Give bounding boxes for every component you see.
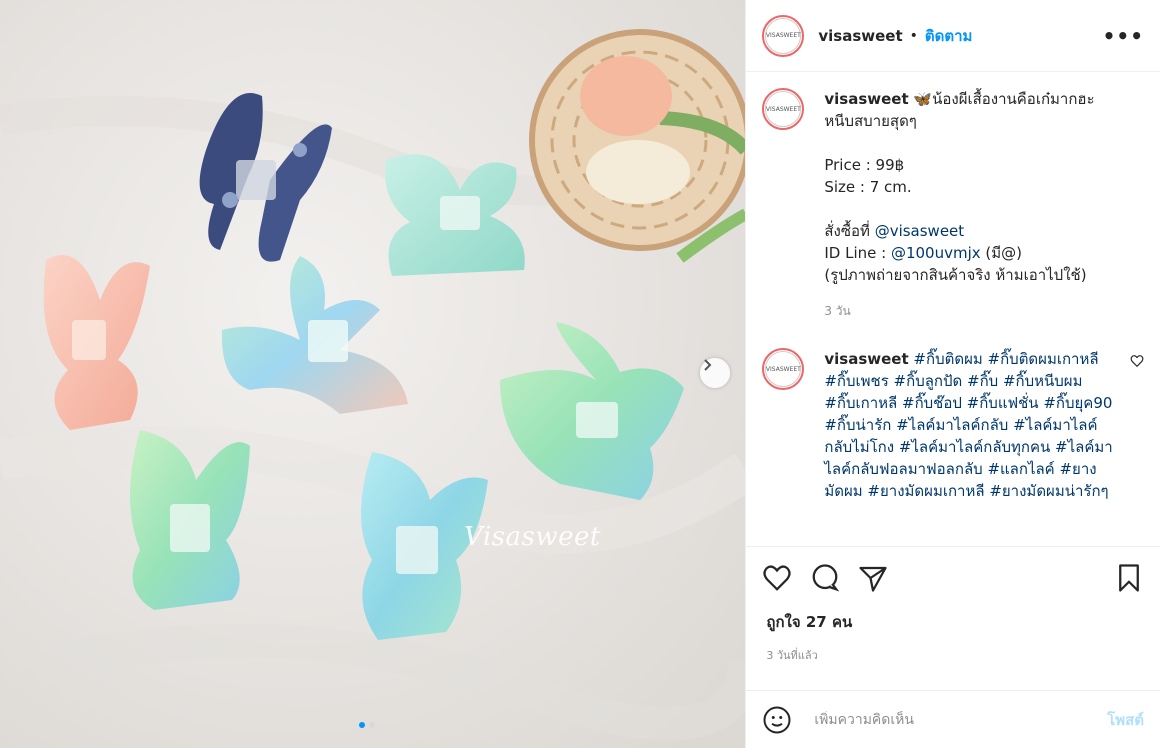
comments-area[interactable]: VISASWEET visasweet 🦋น้องผีเสื้องานคือเก… [746,72,1160,546]
like-heart-icon[interactable] [762,563,792,593]
carousel-indicator [359,722,375,728]
separator-dot: • [909,27,918,44]
likes-count[interactable]: ถูกใจ 27 คน [746,610,1160,634]
emoji-icon[interactable] [762,705,792,735]
bookmark-icon[interactable] [1114,563,1144,593]
post-viewer: Visasweet VISASWEET visasweet • ติดตาม •… [0,0,1160,748]
action-bar [746,546,1160,608]
order-handle-link[interactable]: @visasweet [875,222,964,240]
caption-price: Price : 99฿ [824,156,905,174]
share-paper-plane-icon[interactable] [858,563,888,593]
comment-username[interactable]: visasweet [824,350,908,368]
caption-size: Size : 7 cm. [824,178,912,196]
caption-body: visasweet 🦋น้องผีเสื้องานคือเก๋มากฮะ หนี… [824,88,1114,322]
caption-avatar[interactable]: VISASWEET [762,88,805,130]
post-photo[interactable]: Visasweet [0,0,746,748]
post-comment-button[interactable]: โพสต์ [1107,708,1144,732]
comment-body: visasweet #กิ๊บติดผม #กิ๊บติดผมเกาหลี #ก… [824,348,1114,502]
header-username[interactable]: visasweet [818,27,902,45]
comment-hashtags[interactable]: #กิ๊บติดผม #กิ๊บติดผมเกาหลี #กิ๊บเพชร #ก… [824,350,1112,500]
comment-bubble-icon[interactable] [810,563,840,593]
post-sidebar: VISASWEET visasweet • ติดตาม ••• VISASWE… [745,0,1160,748]
caption-note: (รูปภาพถ่ายจากสินค้าจริง ห้ามเอาไปใช้) [824,266,1087,284]
post-header: VISASWEET visasweet • ติดตาม ••• [746,0,1160,72]
add-comment-bar: โพสต์ [746,690,1160,748]
carousel-dot-2[interactable] [369,722,375,728]
avatar-logo: VISASWEET [765,91,802,127]
line-suffix: (มี@) [980,244,1022,262]
order-label: สั่งซื้อที่ [824,222,875,240]
caption-username[interactable]: visasweet [824,90,908,108]
hashtag-comment: VISASWEET visasweet #กิ๊บติดผม #กิ๊บติดผ… [762,348,1144,502]
photo-watermark: Visasweet [464,522,601,552]
post-timestamp[interactable]: 3 วันที่แล้ว [746,646,1160,690]
caption-line: ID Line : @100uvmjx (มี@) [824,242,1114,264]
like-comment-heart-icon[interactable] [1130,354,1144,368]
chevron-right-icon [704,359,712,371]
comment-input[interactable] [812,710,1108,729]
more-options-icon[interactable]: ••• [1103,24,1144,48]
caption-order: สั่งซื้อที่ @visasweet [824,220,1114,242]
line-label: ID Line : [824,244,891,262]
comment-avatar[interactable]: VISASWEET [762,348,805,390]
carousel-dot-1[interactable] [359,722,365,728]
avatar[interactable]: VISASWEET [762,14,805,57]
product-photo-illustration [0,0,746,748]
line-id-link[interactable]: @100uvmjx [891,244,981,262]
caption-time[interactable]: 3 วัน [824,300,1114,322]
follow-button[interactable]: ติดตาม [925,24,973,48]
avatar-logo: VISASWEET [765,351,802,387]
butterfly-emoji: 🦋 [913,90,933,108]
caption-comment: VISASWEET visasweet 🦋น้องผีเสื้องานคือเก… [762,88,1144,322]
avatar-logo: VISASWEET [765,17,802,54]
next-photo-button[interactable] [700,358,730,388]
